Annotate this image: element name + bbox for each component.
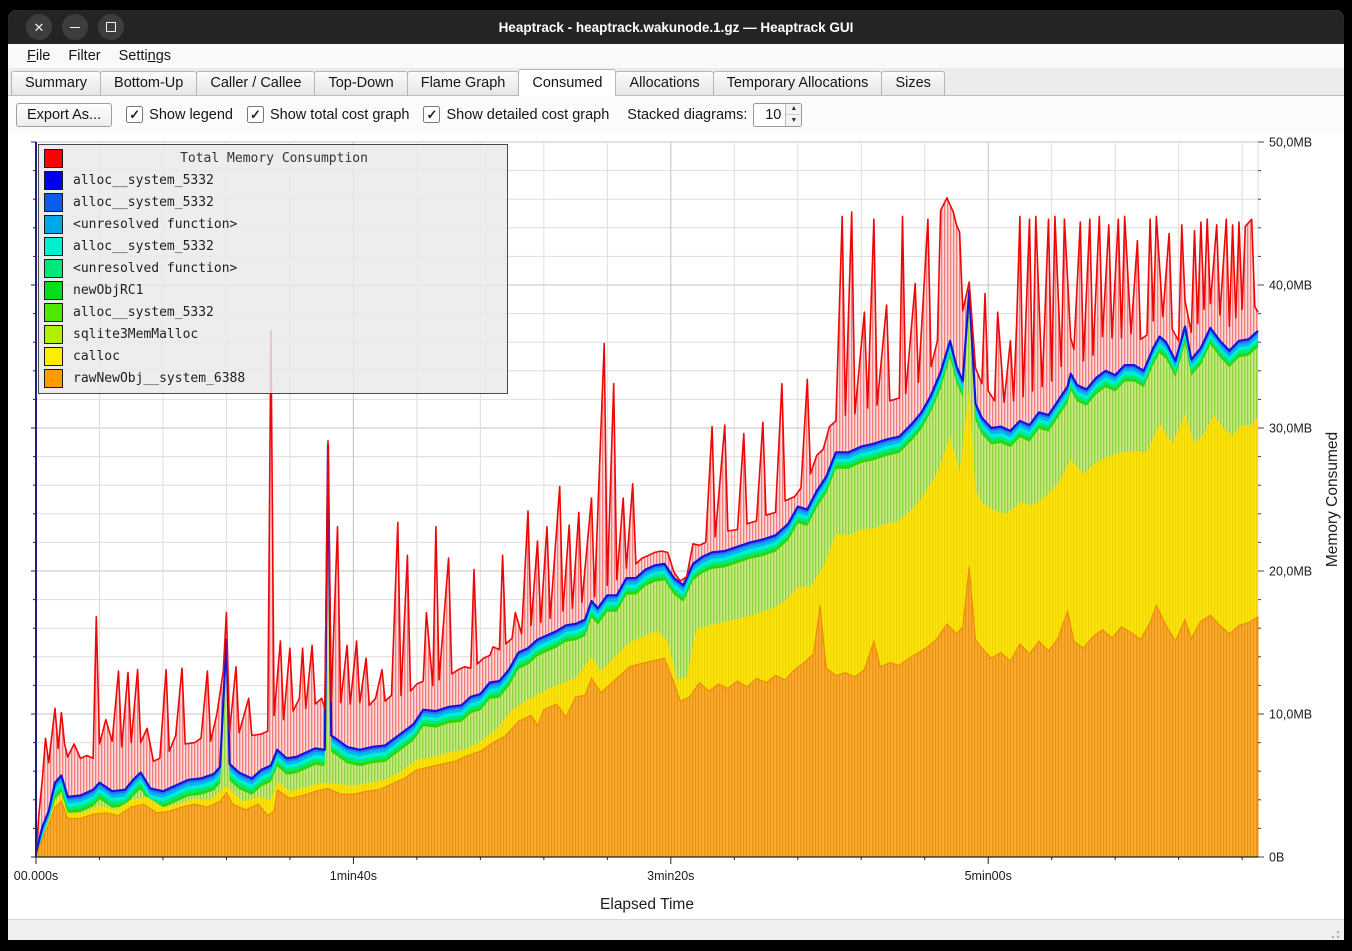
checkbox-show-legend[interactable]: ✓ Show legend bbox=[126, 106, 233, 123]
close-icon: ✕ bbox=[34, 21, 45, 34]
y-tick-label: 40,0MB bbox=[1269, 279, 1312, 293]
legend-swatch-icon bbox=[44, 369, 63, 388]
legend-label: <unresolved function> bbox=[73, 261, 237, 276]
resize-grip-icon[interactable] bbox=[1328, 927, 1340, 939]
x-tick-label: 1min40s bbox=[330, 869, 377, 883]
minimize-icon bbox=[70, 27, 80, 28]
legend-item: sqlite3MemMalloc bbox=[39, 323, 507, 345]
checkbox-icon[interactable]: ✓ bbox=[247, 106, 264, 123]
y-tick-label: 30,0MB bbox=[1269, 422, 1312, 436]
legend-swatch-icon bbox=[44, 325, 63, 344]
checkbox-group: ✓ Show legend ✓ Show total cost graph ✓ Show … bbox=[112, 106, 609, 123]
legend-swatch-icon bbox=[44, 149, 63, 168]
legend-item: alloc__system_5332 bbox=[39, 301, 507, 323]
tab-consumed[interactable]: Consumed bbox=[518, 69, 616, 96]
legend-item: alloc__system_5332 bbox=[39, 191, 507, 213]
legend-item: newObjRC1 bbox=[39, 279, 507, 301]
checkbox-show-total-cost-graph[interactable]: ✓ Show total cost graph bbox=[247, 106, 409, 123]
legend-item: alloc__system_5332 bbox=[39, 235, 507, 257]
checkbox-show-detailed-cost-graph[interactable]: ✓ Show detailed cost graph bbox=[423, 106, 609, 123]
window-title: Heaptrack - heaptrack.wakunode.1.gz — He… bbox=[8, 20, 1344, 35]
legend-item: calloc bbox=[39, 345, 507, 367]
legend-label: rawNewObj__system_6388 bbox=[73, 371, 245, 386]
legend-swatch-icon bbox=[44, 193, 63, 212]
chart-legend: Total Memory Consumption alloc__system_53… bbox=[38, 144, 508, 394]
stepper-up-icon[interactable]: ▲ bbox=[786, 104, 801, 116]
tab-bottom-up[interactable]: Bottom-Up bbox=[100, 71, 197, 95]
legend-item: <unresolved function> bbox=[39, 257, 507, 279]
legend-item: Total Memory Consumption bbox=[39, 147, 507, 169]
stacked-diagrams-stepper[interactable]: 10 ▲ ▼ bbox=[753, 103, 802, 127]
legend-label: alloc__system_5332 bbox=[73, 173, 214, 188]
legend-label: sqlite3MemMalloc bbox=[73, 327, 198, 342]
stepper-down-icon[interactable]: ▼ bbox=[786, 115, 801, 126]
heaptrack-window: ✕ Heaptrack - heaptrack.wakunode.1.gz — … bbox=[8, 10, 1344, 940]
export-as-button[interactable]: Export As... bbox=[16, 103, 112, 127]
menu-settings[interactable]: Settings bbox=[110, 48, 180, 64]
tab-allocations[interactable]: Allocations bbox=[615, 71, 713, 95]
tabbar: SummaryBottom-UpCaller / CalleeTop-DownF… bbox=[8, 68, 1344, 96]
legend-swatch-icon bbox=[44, 259, 63, 278]
legend-label: alloc__system_5332 bbox=[73, 305, 214, 320]
chart-toolbar: Export As... ✓ Show legend ✓ Show total cos… bbox=[8, 96, 1344, 133]
y-tick-label: 0B bbox=[1269, 851, 1284, 865]
legend-swatch-icon bbox=[44, 281, 63, 300]
legend-label: newObjRC1 bbox=[73, 283, 143, 298]
legend-swatch-icon bbox=[44, 171, 63, 190]
tab-temporary-allocations[interactable]: Temporary Allocations bbox=[713, 71, 883, 95]
menubar: File Filter Settings bbox=[8, 44, 1344, 68]
stacked-diagrams-value[interactable]: 10 bbox=[754, 104, 785, 126]
tab-flame-graph[interactable]: Flame Graph bbox=[407, 71, 520, 95]
legend-label: calloc bbox=[73, 349, 120, 364]
legend-item: <unresolved function> bbox=[39, 213, 507, 235]
y-tick-label: 10,0MB bbox=[1269, 708, 1312, 722]
legend-label: alloc__system_5332 bbox=[73, 195, 214, 210]
titlebar: ✕ Heaptrack - heaptrack.wakunode.1.gz — … bbox=[8, 10, 1344, 44]
stacked-diagrams-label: Stacked diagrams: bbox=[627, 107, 747, 123]
legend-swatch-icon bbox=[44, 215, 63, 234]
x-tick-label: 5min00s bbox=[965, 869, 1012, 883]
legend-item: rawNewObj__system_6388 bbox=[39, 367, 507, 389]
statusbar bbox=[8, 919, 1344, 940]
menu-file[interactable]: File bbox=[18, 48, 59, 64]
legend-label: alloc__system_5332 bbox=[73, 239, 214, 254]
close-button[interactable]: ✕ bbox=[26, 14, 52, 40]
maximize-icon bbox=[106, 22, 116, 32]
minimize-button[interactable] bbox=[62, 14, 88, 40]
y-tick-label: 20,0MB bbox=[1269, 565, 1312, 579]
y-tick-label: 50,0MB bbox=[1269, 136, 1312, 150]
checkbox-icon[interactable]: ✓ bbox=[423, 106, 440, 123]
checkbox-icon[interactable]: ✓ bbox=[126, 106, 143, 123]
x-axis-title: Elapsed Time bbox=[600, 896, 694, 913]
memory-consumption-chart[interactable]: 0B 10,0MB 20,0MB 30,0MB 40,0MB 50,0MB 00.000s 1… bbox=[8, 133, 1344, 919]
checkbox-label: Show detailed cost graph bbox=[446, 107, 609, 123]
tab-caller-callee[interactable]: Caller / Callee bbox=[196, 71, 315, 95]
tab-summary[interactable]: Summary bbox=[11, 71, 101, 95]
x-tick-label: 3min20s bbox=[647, 869, 694, 883]
checkbox-label: Show legend bbox=[149, 107, 233, 123]
legend-label: <unresolved function> bbox=[73, 217, 237, 232]
legend-swatch-icon bbox=[44, 347, 63, 366]
x-tick-label: 00.000s bbox=[14, 869, 58, 883]
y-axis-title: Memory Consumed bbox=[1324, 432, 1341, 567]
legend-swatch-icon bbox=[44, 303, 63, 322]
tab-sizes[interactable]: Sizes bbox=[881, 71, 944, 95]
legend-swatch-icon bbox=[44, 237, 63, 256]
legend-label: Total Memory Consumption bbox=[73, 151, 475, 166]
menu-filter[interactable]: Filter bbox=[59, 48, 109, 64]
tab-top-down[interactable]: Top-Down bbox=[314, 71, 407, 95]
legend-item: alloc__system_5332 bbox=[39, 169, 507, 191]
maximize-button[interactable] bbox=[98, 14, 124, 40]
checkbox-label: Show total cost graph bbox=[270, 107, 409, 123]
